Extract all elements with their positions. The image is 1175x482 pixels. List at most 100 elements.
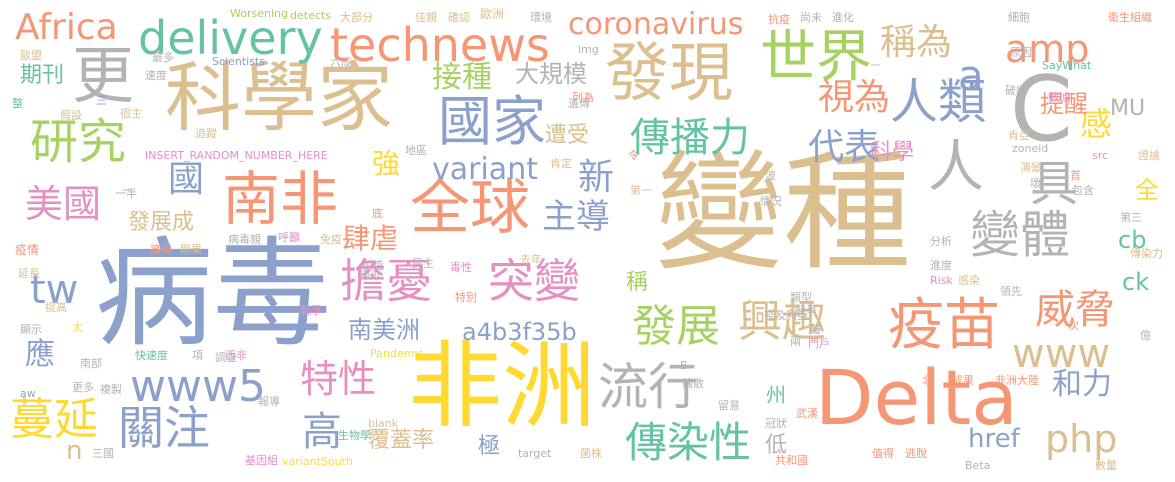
word: 次 (1068, 319, 1079, 332)
word: 期刊 (20, 63, 65, 88)
word: a4b3f35b (462, 318, 577, 346)
word: 民主 (412, 257, 434, 270)
word: 南非 (222, 165, 339, 233)
word: 兩 (790, 335, 801, 348)
word: 一 (122, 184, 133, 197)
word: 太 (72, 321, 83, 334)
word: 傳播力 (630, 115, 750, 161)
word: 科學 (870, 140, 915, 165)
word: 肯定 (550, 157, 572, 170)
word: B (680, 359, 688, 372)
word: 進化 (832, 11, 854, 24)
word: 特性 (300, 357, 377, 401)
word: 病毒 (95, 225, 332, 363)
word: 剛果 (180, 243, 202, 256)
word: 生物學 (338, 429, 371, 442)
word: 情況 (760, 195, 782, 208)
word: 衛生組織 (1108, 11, 1152, 24)
word: 稱為 (880, 22, 953, 63)
word: 發展成 (128, 210, 195, 235)
word: 奈及利亞 (764, 309, 808, 322)
word: 遭受 (545, 123, 590, 148)
word: 傳染性 (625, 418, 752, 467)
word: 六成 (330, 56, 352, 69)
word: 全 (1135, 176, 1159, 204)
word: target (518, 447, 552, 460)
word: variant (432, 152, 538, 187)
word: a (958, 51, 984, 100)
word: 領先 (1000, 285, 1022, 298)
word: n (66, 436, 83, 466)
word: Worsening (230, 7, 288, 20)
word: 包含 (1072, 184, 1094, 197)
word: 覆蓋率 (368, 428, 435, 453)
word: 宿主 (120, 107, 142, 120)
word: 複製 (100, 383, 122, 396)
word: 最多 (152, 51, 174, 64)
word: aw (20, 387, 36, 400)
word: 首 (1070, 169, 1081, 182)
word: 環境 (530, 11, 552, 24)
word: 東非 (360, 269, 382, 282)
word: 假設 (60, 109, 82, 122)
word: 肆虐 (342, 222, 399, 255)
word: 非洲 (408, 332, 597, 441)
word: 菌株 (580, 447, 602, 460)
word: 歐洲 (480, 7, 505, 21)
word: 大部分 (340, 11, 373, 24)
word: 高 (302, 409, 342, 455)
word: 歐盟 (20, 49, 42, 62)
word: 更多 (72, 381, 94, 394)
word: 傳染力 (1130, 247, 1163, 260)
word: 整 (12, 97, 23, 110)
word: 速度 (145, 69, 167, 82)
word: 冠狀 (765, 417, 787, 430)
word: 確認 (448, 11, 470, 24)
word: 疫苗 (888, 293, 1000, 358)
word: 類型 (790, 291, 812, 304)
word: 地區 (405, 144, 427, 157)
word: 底 (372, 207, 383, 220)
word: 顯示 (20, 323, 42, 336)
word: 南美洲 (348, 316, 420, 344)
word: 國家 (438, 90, 546, 153)
word: 毒性 (450, 261, 472, 274)
word: variantSouth (282, 455, 353, 468)
word: 列為 (572, 91, 594, 104)
word: 三國 (92, 447, 114, 460)
word: 接種 (432, 60, 492, 95)
word: 變體 (970, 206, 1070, 264)
word: 主導 (542, 197, 610, 237)
word: href (968, 424, 1020, 454)
word: 第一 (630, 184, 652, 197)
word: 強 (372, 147, 401, 180)
word: ck (1122, 268, 1150, 296)
word: 呼籲 (278, 231, 300, 244)
word: Pandemic (370, 347, 424, 360)
word: 去年 (520, 253, 542, 266)
word: 研究 (30, 114, 127, 170)
word: 蔓延 (10, 394, 98, 445)
word: Beta (965, 459, 991, 472)
word: 疫情 (15, 243, 40, 257)
word: INSERT_RANDOM_NUMBER_HERE (145, 149, 328, 162)
word: 進度 (930, 259, 952, 272)
word: 值得 (872, 447, 894, 460)
word: 留意 (718, 399, 740, 412)
word: 感染 (958, 274, 980, 287)
word: 基因組 (245, 454, 278, 467)
word-cloud: 變種 病毒 非洲 Delta 科學家 發現 全球 南非 疫苗 更 世界 人類 國… (0, 0, 1175, 482)
word: MU (1110, 96, 1146, 121)
word: zoneid (1012, 142, 1049, 155)
word: 第三 (1120, 211, 1142, 224)
word: 特別 (455, 291, 477, 304)
word: 證據 (1138, 149, 1160, 162)
word: Scientists (212, 55, 265, 68)
word: 三 (96, 94, 107, 107)
word: ㄧ (870, 59, 881, 72)
word: 非洲大陸 (995, 374, 1039, 387)
word: 數據 (1048, 91, 1070, 104)
word: 新 (578, 157, 615, 198)
word: 全球 (410, 173, 530, 243)
word: www5 (130, 361, 266, 412)
